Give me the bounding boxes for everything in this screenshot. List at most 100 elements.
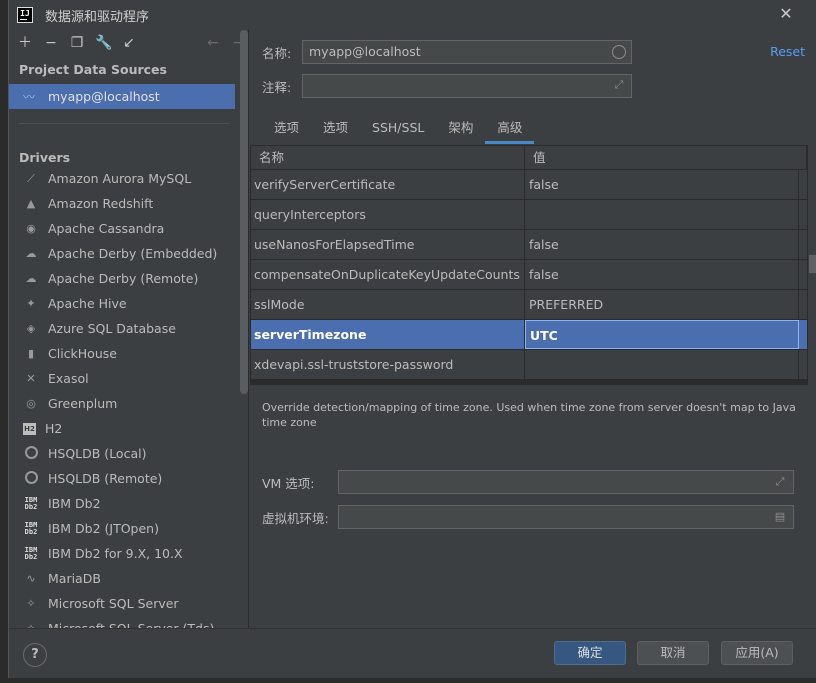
- driver-item[interactable]: HSQLDB (Remote): [9, 466, 248, 491]
- project-data-sources-header: Project Data Sources: [19, 62, 167, 77]
- mariadb-icon: ∿: [26, 571, 36, 585]
- help-button[interactable]: ?: [23, 643, 47, 667]
- tab-general[interactable]: 选项: [262, 114, 311, 144]
- aurora-icon: ⟋: [27, 171, 35, 185]
- driver-item[interactable]: ▲ Amazon Redshift: [9, 191, 248, 216]
- cassandra-icon: ◉: [26, 221, 36, 235]
- mysql-dolphin-icon: 〰: [23, 89, 36, 104]
- reset-link[interactable]: Reset: [770, 44, 805, 59]
- plus-icon[interactable]: ＋: [17, 35, 33, 51]
- table-row[interactable]: useNanosForElapsedTime false: [251, 230, 807, 260]
- color-circle-icon[interactable]: [612, 45, 626, 59]
- property-value-cell[interactable]: UTC: [525, 320, 799, 349]
- driver-label: Greenplum: [48, 396, 118, 411]
- close-icon[interactable]: ✕: [777, 5, 795, 23]
- expand-icon[interactable]: ⤢: [612, 78, 626, 92]
- driver-item[interactable]: ◉ Apache Cassandra: [9, 216, 248, 241]
- driver-item[interactable]: ☁ Apache Derby (Embedded): [9, 241, 248, 266]
- sidebar-scrollbar[interactable]: [240, 30, 248, 394]
- property-value-cell[interactable]: [525, 200, 799, 229]
- driver-label: IBM Db2 (JTOpen): [48, 521, 159, 536]
- driver-label: Amazon Redshift: [48, 196, 154, 211]
- driver-label: Azure SQL Database: [48, 321, 176, 336]
- property-value-cell[interactable]: PREFERRED: [525, 290, 799, 319]
- table-row[interactable]: compensateOnDuplicateKeyUpdateCounts fals…: [251, 260, 807, 290]
- driver-label: Apache Derby (Embedded): [48, 246, 218, 261]
- driver-label: ClickHouse: [48, 346, 117, 361]
- vm-options-input[interactable]: ⤢: [338, 470, 794, 494]
- table-row[interactable]: xdevapi.ssl-truststore-password: [251, 350, 807, 380]
- right-panel: 名称: myapp@localhost Reset 注释: ⤢ 选项 选项 SS…: [250, 30, 816, 628]
- column-header-value[interactable]: 值: [525, 146, 807, 169]
- import-icon[interactable]: ↙: [121, 35, 137, 51]
- driver-item[interactable]: ✧ Microsoft SQL Server: [9, 591, 248, 616]
- ok-button[interactable]: 确定: [554, 641, 626, 665]
- table-scrollbar[interactable]: [809, 255, 816, 273]
- driver-item[interactable]: IBM Db2 IBM Db2 (JTOpen): [9, 516, 248, 541]
- ibm-db2-icon: IBM Db2: [24, 545, 38, 561]
- driver-item[interactable]: IBM Db2 IBM Db2: [9, 491, 248, 516]
- comment-label: 注释:: [262, 79, 292, 95]
- cancel-button[interactable]: 取消: [637, 641, 709, 665]
- table-scrollbar-track: [809, 169, 816, 385]
- table-row[interactable]: verifyServerCertificate false: [251, 170, 807, 200]
- table-row[interactable]: serverTimezone UTC: [251, 320, 807, 350]
- apply-button[interactable]: 应用(A): [721, 641, 793, 665]
- driver-item[interactable]: ✦ Apache Hive: [9, 291, 248, 316]
- hsqldb-icon: [23, 445, 39, 462]
- dialog-footer: ? 确定 取消 应用(A): [9, 628, 816, 678]
- name-input[interactable]: myapp@localhost: [302, 40, 632, 64]
- driver-label: IBM Db2 for 9.X, 10.X: [48, 546, 183, 561]
- driver-item[interactable]: H2 H2: [9, 416, 248, 441]
- property-value-cell[interactable]: false: [525, 230, 799, 259]
- copy-icon[interactable]: ❐: [69, 35, 85, 51]
- driver-item[interactable]: ∿ MariaDB: [9, 566, 248, 591]
- data-source-item[interactable]: 〰 myapp@localhost: [9, 84, 235, 109]
- driver-item[interactable]: ◈ Azure SQL Database: [9, 316, 248, 341]
- expand-icon[interactable]: ⤢: [773, 475, 787, 489]
- driver-item[interactable]: ◎ Greenplum: [9, 391, 248, 416]
- table-row[interactable]: sslMode PREFERRED: [251, 290, 807, 320]
- ibm-db2-icon: IBM Db2: [24, 520, 38, 536]
- property-name-cell[interactable]: sslMode: [251, 290, 525, 319]
- minus-icon[interactable]: −: [43, 35, 59, 51]
- driver-item[interactable]: HSQLDB (Local): [9, 441, 248, 466]
- driver-label: Microsoft SQL Server: [48, 596, 179, 611]
- property-name-cell[interactable]: compensateOnDuplicateKeyUpdateCounts: [251, 260, 525, 289]
- wrench-icon[interactable]: 🔧: [95, 35, 112, 51]
- back-icon[interactable]: ←: [205, 35, 221, 51]
- property-value-cell[interactable]: false: [525, 260, 799, 289]
- property-name-cell[interactable]: verifyServerCertificate: [251, 170, 525, 199]
- property-value-cell[interactable]: [525, 350, 799, 379]
- property-name-cell[interactable]: useNanosForElapsedTime: [251, 230, 525, 259]
- tab-options[interactable]: 选项: [311, 114, 360, 144]
- table-header: 名称 值: [251, 146, 807, 170]
- h2-icon: H2: [23, 422, 36, 435]
- tab-ssh-ssl[interactable]: SSH/SSL: [360, 114, 436, 144]
- property-name-cell[interactable]: xdevapi.ssl-truststore-password: [251, 350, 525, 379]
- driver-item[interactable]: ✧ Microsoft SQL Server (Tds): [9, 616, 248, 628]
- driver-item[interactable]: ☁ Apache Derby (Remote): [9, 266, 248, 291]
- comment-input[interactable]: ⤢: [302, 74, 632, 98]
- document-icon[interactable]: ▤: [773, 510, 787, 524]
- driver-label: H2: [45, 421, 63, 436]
- driver-label: Exasol: [48, 371, 89, 386]
- driver-item[interactable]: ✕ Exasol: [9, 366, 248, 391]
- tab-schemas[interactable]: 架构: [436, 114, 485, 144]
- property-name-cell[interactable]: queryInterceptors: [251, 200, 525, 229]
- property-name-cell[interactable]: serverTimezone: [251, 320, 525, 349]
- vm-env-row: 虚拟机环境: ▤: [262, 505, 794, 529]
- dialog-title: 数据源和驱动程序: [45, 9, 150, 25]
- driver-label: HSQLDB (Remote): [48, 471, 163, 486]
- driver-item[interactable]: ▮ ClickHouse: [9, 341, 248, 366]
- table-row[interactable]: queryInterceptors: [251, 200, 807, 230]
- vm-env-input[interactable]: ▤: [338, 505, 794, 529]
- driver-item[interactable]: IBM Db2 IBM Db2 for 9.X, 10.X: [9, 541, 248, 566]
- column-header-name[interactable]: 名称: [251, 146, 525, 169]
- background-editor-edge: [0, 0, 8, 683]
- tab-advanced[interactable]: 高级: [485, 114, 535, 144]
- vm-options-label: VM 选项:: [262, 475, 315, 491]
- property-value-cell[interactable]: false: [525, 170, 799, 199]
- comment-row: 注释: ⤢: [262, 74, 632, 98]
- vm-options-row: VM 选项: ⤢: [262, 470, 794, 494]
